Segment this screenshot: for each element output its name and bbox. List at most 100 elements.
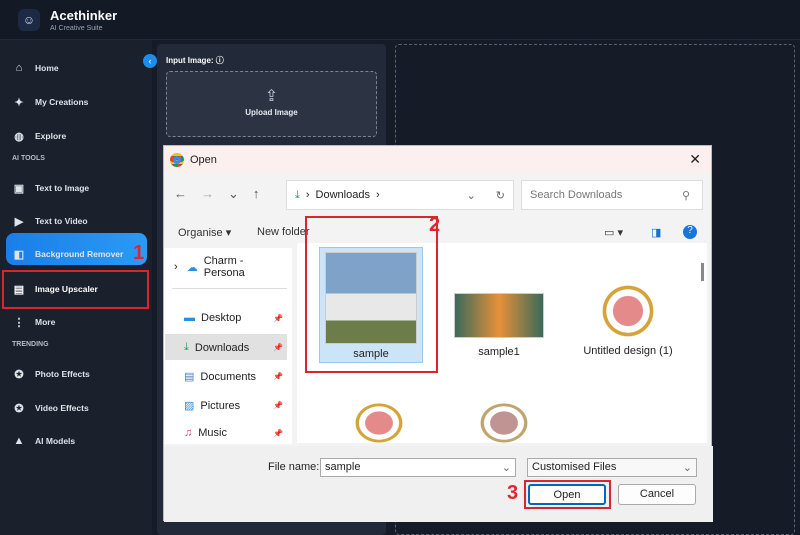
back-icon[interactable]: ← [174,186,187,202]
upload-image-button[interactable]: ⇪ Upload Image [166,71,377,137]
preview-pane-icon[interactable]: ◨ [651,226,661,239]
sidebar-item-text-to-image[interactable]: ▣ Text to Image [12,178,89,198]
image-icon: ▣ [13,182,25,195]
label: My Creations [35,97,89,107]
home-icon: ⌂ [15,62,23,74]
new-folder-button[interactable]: New folder [257,226,310,238]
search-icon: ⚲ [681,189,690,202]
more-icon: ⋮ [13,316,25,329]
chevron-down-icon[interactable]: ⌄ [228,186,239,202]
annotation-3: 3 [507,482,519,504]
pin-icon: 📌 [273,372,283,381]
chevron-down-icon[interactable]: ⌄ [467,189,476,202]
file-thumbnail [602,285,654,337]
label: Background Remover [35,249,124,259]
help-icon[interactable]: ? [683,225,697,239]
cloud-icon: ☁ [186,261,198,274]
dialog-title: Open [190,153,217,166]
file-item-sample1[interactable]: sample1 [447,293,551,358]
nav-pictures[interactable]: ▨ Pictures 📌 [184,399,289,413]
label: Music [198,427,227,439]
collapse-sidebar-button[interactable]: ‹ [143,54,157,68]
label: Photo Effects [35,369,90,379]
refresh-icon[interactable]: ↻ [496,189,505,202]
photo-effects-icon: ✪ [14,368,24,381]
view-icon[interactable]: ▭ ▾ [604,226,623,239]
up-icon[interactable]: ↑ [253,186,260,202]
nav-music[interactable]: ♫ Music 📌 [184,427,289,439]
desktop-icon: ▬ [184,312,195,324]
info-icon: ⓘ [215,56,224,65]
file-name-input[interactable]: sample ⌄ [320,458,516,477]
sidebar-item-home[interactable]: ⌂ Home [12,58,59,78]
nav-buttons: ← → ⌄ ↑ [174,186,259,202]
sidebar-item-video-effects[interactable]: ✪ Video Effects [12,398,88,418]
file-name-label: File name: [268,461,320,473]
pictures-icon: ▨ [184,400,195,412]
pin-icon: 📌 [273,428,283,438]
chevron-down-icon: ⌄ [682,462,692,474]
app-logo: ☺ [18,9,40,31]
address-bar[interactable]: ⤓ › Downloads › ⌄ ↻ [286,180,514,210]
file-thumbnail [355,403,403,443]
label: Charm - Persona [203,255,245,279]
file-item[interactable] [452,403,556,443]
section-trending: TRENDING [12,341,49,348]
file-thumbnail [454,293,544,338]
cancel-button[interactable]: Cancel [618,484,696,505]
organise-button[interactable]: Organise ▾ [178,226,231,239]
sidebar-item-more[interactable]: ⋮ More [12,312,56,332]
label: Pictures [200,399,241,412]
sidebar-item-explore[interactable]: ◍ Explore [12,126,66,146]
file-name-value: sample [325,461,361,473]
divider [172,288,287,289]
background-icon: ◧ [13,248,25,261]
pin-icon: 📌 [273,313,283,323]
dialog-titlebar: Open ✕ [164,146,711,173]
label: Home [35,63,59,73]
app-header: ☺ Acethinker AI Creative Suite [0,0,800,40]
nav-charm[interactable]: › ☁ Charm - Persona [174,255,279,279]
file-name: sample1 [478,346,520,358]
input-image-label: Input Image: ⓘ [166,55,224,66]
brand-subtitle: AI Creative Suite [50,25,103,32]
download-icon: ⤓ [295,188,300,201]
search-input[interactable]: Search Downloads ⚲ [521,180,703,210]
pin-icon: 📌 [273,343,283,352]
section-ai-tools: AI TOOLS [12,155,45,162]
label: Text to Video [35,216,88,226]
file-item[interactable] [327,403,431,443]
label: Downloads [194,341,250,354]
chevron-down-icon: ⌄ [501,462,511,474]
path-downloads[interactable]: Downloads [316,189,370,201]
open-file-dialog: Open ✕ ← → ⌄ ↑ ⤓ › Downloads › ⌄ ↻ Search Downloa… [163,145,713,522]
nav-downloads[interactable]: ⤓ Downloads 📌 [184,341,289,354]
music-icon: ♫ [184,427,193,439]
pin-icon: 📌 [273,401,283,410]
sparkle-icon: ✦ [14,96,24,109]
sidebar-item-ai-models[interactable]: ▲ AI Models [12,431,76,451]
video-icon: ▶ [14,215,24,228]
label: Input Image: [166,56,214,65]
sidebar-item-my-creations[interactable]: ✦ My Creations [12,92,88,112]
file-type-value: Customised Files [532,461,617,473]
nav-documents[interactable]: ▤ Documents 📌 [184,370,289,384]
scrollbar[interactable] [701,263,704,281]
close-icon[interactable]: ✕ [689,151,701,168]
file-type-select[interactable]: Customised Files ⌄ [527,458,697,477]
forward-icon[interactable]: → [201,186,214,202]
sidebar-item-background-remover[interactable]: ◧ Background Remover [12,244,124,264]
file-name: Untitled design (1) [583,345,673,357]
nav-desktop[interactable]: ▬ Desktop 📌 [184,312,289,324]
label: Documents [200,370,257,383]
file-item-untitled-design[interactable]: Untitled design (1) [573,285,683,357]
sidebar-item-photo-effects[interactable]: ✪ Photo Effects [12,364,90,384]
globe-icon: ◍ [14,130,24,143]
video-effects-icon: ✪ [14,402,24,415]
download-icon: ⤓ [184,341,189,353]
file-thumbnail [480,403,528,443]
highlight-box-2 [305,216,438,373]
document-icon: ▤ [184,371,195,383]
sidebar-item-text-to-video[interactable]: ▶ Text to Video [12,211,88,231]
highlight-box-1 [2,270,149,309]
